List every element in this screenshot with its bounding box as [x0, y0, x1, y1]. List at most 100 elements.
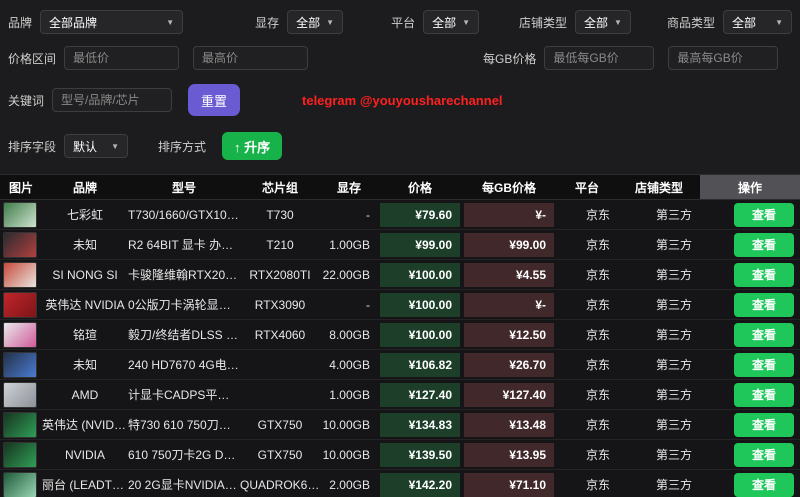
view-button[interactable]: 查看: [734, 443, 794, 467]
cell-image: [0, 382, 42, 408]
cell-platform: 京东: [556, 416, 618, 433]
product-thumbnail: [3, 412, 37, 438]
sort-field-label: 排序字段: [8, 138, 56, 155]
max-per-gb-input[interactable]: [668, 46, 778, 70]
vram-filter-label: 显存: [255, 14, 279, 31]
reset-button[interactable]: 重置: [188, 84, 240, 116]
cell-image: [0, 412, 42, 438]
cell-per-gb-price: ¥99.00: [462, 233, 556, 257]
filter-row-2: 价格区间 每GB价格: [8, 46, 792, 70]
store-type-select-value: 全部: [584, 14, 608, 31]
cell-platform: 京东: [556, 446, 618, 463]
product-thumbnail: [3, 292, 37, 318]
table-row: SI NONG SI卡骏隆维翰RTX2080ti好RTX2080TI22.00G…: [0, 260, 800, 290]
cell-price: ¥100.00: [378, 293, 462, 317]
cell-platform: 京东: [556, 266, 618, 283]
product-thumbnail: [3, 202, 37, 228]
view-button[interactable]: 查看: [734, 293, 794, 317]
cell-model: 卡骏隆维翰RTX2080ti好: [128, 266, 240, 283]
table-row: 英伟达 (NVIDIA)特730 610 750刀卡2G独GTX75010.00…: [0, 410, 800, 440]
filter-row-3: 关键词 重置 telegram @youyousharechannel: [8, 84, 792, 116]
cell-vram: 22.00GB: [320, 268, 378, 282]
cell-chipset: RTX4060: [240, 328, 320, 342]
cell-image: [0, 472, 42, 497]
chevron-down-icon: ▼: [166, 18, 174, 27]
price-value: ¥100.00: [380, 263, 460, 287]
cell-image: [0, 322, 42, 348]
cell-store-type: 第三方: [618, 356, 700, 373]
vram-select[interactable]: 全部 ▼: [287, 10, 343, 34]
per-gb-price-value: ¥13.48: [464, 413, 554, 437]
min-per-gb-input[interactable]: [544, 46, 654, 70]
view-button[interactable]: 查看: [734, 263, 794, 287]
store-type-filter-label: 店铺类型: [519, 14, 567, 31]
platform-select[interactable]: 全部 ▼: [423, 10, 479, 34]
cell-chipset: T730: [240, 208, 320, 222]
cell-brand: SI NONG SI: [42, 268, 128, 282]
price-value: ¥100.00: [380, 323, 460, 347]
sort-ascending-button[interactable]: ↑ 升序: [222, 132, 282, 160]
cell-store-type: 第三方: [618, 236, 700, 253]
cell-platform: 京东: [556, 326, 618, 343]
table-header: 图片 品牌 型号 芯片组 显存 价格 每GB价格 平台 店铺类型 操作: [0, 174, 800, 200]
product-thumbnail: [3, 232, 37, 258]
product-thumbnail: [3, 382, 37, 408]
chevron-down-icon: ▼: [462, 18, 470, 27]
table-row: NVIDIA610 750刀卡2G DDR3显GTX75010.00GB¥139…: [0, 440, 800, 470]
cell-model: 0公版刀卡涡轮显卡深度: [128, 296, 240, 313]
chevron-down-icon: ▼: [111, 142, 119, 151]
cell-platform: 京东: [556, 386, 618, 403]
view-button[interactable]: 查看: [734, 353, 794, 377]
cell-model: T730/1660/GTX1060/6: [128, 208, 240, 222]
filter-row-1: 品牌 全部品牌 ▼ 显存 全部 ▼ 平台 全部 ▼ 店铺类型 全部 ▼ 商品类型…: [8, 10, 792, 34]
cell-brand: 丽台 (LEADTEK): [42, 476, 128, 493]
cell-per-gb-price: ¥26.70: [462, 353, 556, 377]
min-price-input[interactable]: [64, 46, 179, 70]
view-button[interactable]: 查看: [734, 233, 794, 257]
cell-price: ¥134.83: [378, 413, 462, 437]
keyword-input[interactable]: [52, 88, 172, 112]
header-model: 型号: [128, 179, 240, 196]
price-value: ¥79.60: [380, 203, 460, 227]
max-price-input[interactable]: [193, 46, 308, 70]
chevron-down-icon: ▼: [775, 18, 783, 27]
cell-store-type: 第三方: [618, 296, 700, 313]
cell-brand: 七彩虹: [42, 206, 128, 223]
table-row: 未知240 HD7670 4G电脑游4.00GB¥106.82¥26.70京东第…: [0, 350, 800, 380]
brand-select[interactable]: 全部品牌 ▼: [40, 10, 183, 34]
sort-field-select[interactable]: 默认 ▼: [64, 134, 128, 158]
cell-chipset: GTX750: [240, 418, 320, 432]
view-button[interactable]: 查看: [734, 203, 794, 227]
cell-chipset: T210: [240, 238, 320, 252]
cell-model: 计显卡CADPS平面绘图: [128, 386, 240, 403]
price-range-label: 价格区间: [8, 50, 56, 67]
view-button[interactable]: 查看: [734, 413, 794, 437]
cell-per-gb-price: ¥4.55: [462, 263, 556, 287]
view-button[interactable]: 查看: [734, 383, 794, 407]
product-type-select[interactable]: 全部 ▼: [723, 10, 792, 34]
cell-per-gb-price: ¥13.95: [462, 443, 556, 467]
view-button[interactable]: 查看: [734, 323, 794, 347]
cell-price: ¥106.82: [378, 353, 462, 377]
cell-per-gb-price: ¥127.40: [462, 383, 556, 407]
vram-select-value: 全部: [296, 14, 320, 31]
cell-platform: 京东: [556, 236, 618, 253]
cell-image: [0, 442, 42, 468]
header-per-gb-price: 每GB价格: [462, 179, 556, 196]
header-price: 价格: [378, 179, 462, 196]
cell-store-type: 第三方: [618, 416, 700, 433]
store-type-select[interactable]: 全部 ▼: [575, 10, 631, 34]
product-thumbnail: [3, 442, 37, 468]
product-type-select-value: 全部: [732, 14, 756, 31]
product-thumbnail: [3, 472, 37, 497]
cell-brand: AMD: [42, 388, 128, 402]
view-button[interactable]: 查看: [734, 473, 794, 497]
cell-image: [0, 352, 42, 378]
table-row: AMD计显卡CADPS平面绘图1.00GB¥127.40¥127.40京东第三方…: [0, 380, 800, 410]
cell-brand: 未知: [42, 356, 128, 373]
cell-vram: 1.00GB: [320, 388, 378, 402]
cell-platform: 京东: [556, 296, 618, 313]
header-vram: 显存: [320, 179, 378, 196]
cell-action: 查看: [700, 383, 800, 407]
cell-vram: 2.00GB: [320, 478, 378, 492]
